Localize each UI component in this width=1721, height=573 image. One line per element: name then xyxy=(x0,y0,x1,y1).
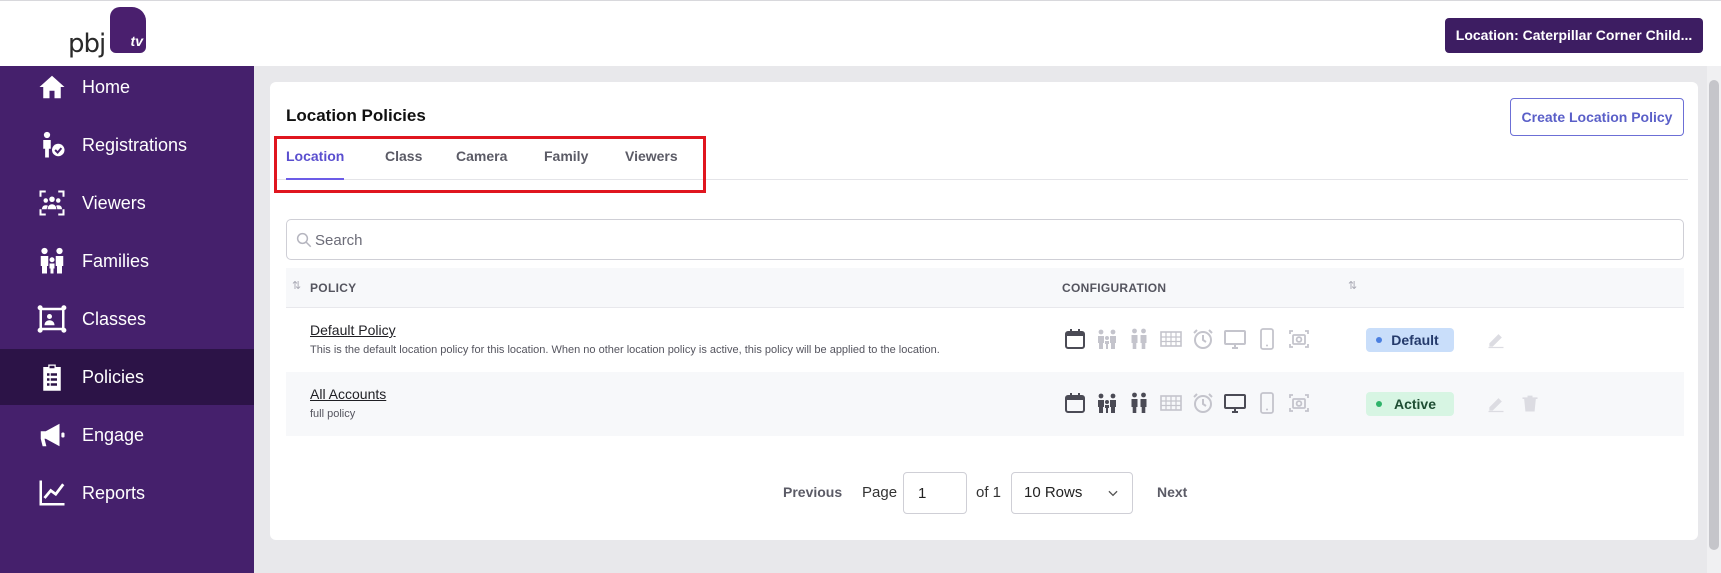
policy-name-link[interactable]: Default Policy xyxy=(310,322,396,338)
search-box xyxy=(286,219,1684,260)
sidebar-item-label: Viewers xyxy=(82,192,146,213)
grid-icon xyxy=(1158,389,1184,417)
sort-icon[interactable]: ⇅ xyxy=(1348,279,1362,295)
next-page-button[interactable]: Next xyxy=(1157,484,1187,500)
sidebar-item-viewers[interactable]: Viewers xyxy=(0,175,254,231)
rows-per-page-value: 10 Rows xyxy=(1024,484,1083,501)
sidebar-item-label: Engage xyxy=(82,424,145,445)
policy-name-link[interactable]: All Accounts xyxy=(310,386,386,402)
phone-icon xyxy=(1254,325,1280,353)
logo-text: pbj xyxy=(68,29,106,59)
sidebar-item-reports[interactable]: Reports xyxy=(0,465,254,521)
pagination: Previous Page of 1 10 Rows Next xyxy=(270,472,1698,514)
sidebar-item-engage[interactable]: Engage xyxy=(0,407,254,463)
sidebar-item-classes[interactable]: Classes xyxy=(0,291,254,347)
monitor-icon xyxy=(1222,325,1248,353)
family-group-icon xyxy=(1094,325,1120,353)
status-text: Default xyxy=(1391,332,1439,348)
sidebar-item-registrations[interactable]: Registrations xyxy=(0,117,254,173)
rows-per-page-select[interactable]: 10 Rows xyxy=(1011,472,1133,514)
column-header-policy[interactable]: POLICY xyxy=(310,281,356,295)
page-scrollbar[interactable] xyxy=(1707,66,1721,573)
page-count-label: of 1 xyxy=(976,484,1002,501)
sidebar-item-label: Classes xyxy=(82,308,147,329)
page-number-input[interactable] xyxy=(903,472,967,514)
pbjtv-logo[interactable]: pbj tv xyxy=(68,7,158,59)
configuration-icons xyxy=(1062,389,1312,417)
column-header-configuration: CONFIGURATION xyxy=(1062,281,1167,295)
sidebar-item-home[interactable]: Home xyxy=(0,59,254,115)
calendar-icon xyxy=(1062,325,1088,353)
tabs-highlight-box xyxy=(274,136,706,193)
sidebar-item-label: Policies xyxy=(82,366,145,387)
sort-icon[interactable]: ⇅ xyxy=(292,279,306,295)
clipboard-icon xyxy=(36,361,68,393)
family-group-icon xyxy=(1094,389,1120,417)
classes-icon xyxy=(36,303,68,335)
viewers-icon xyxy=(36,187,68,219)
sidebar-item-label: Families xyxy=(82,250,150,271)
chart-line-icon xyxy=(36,477,68,509)
calendar-icon xyxy=(1062,389,1088,417)
camera-icon xyxy=(1286,325,1312,353)
policy-description: full policy xyxy=(310,408,356,420)
status-badge: Default xyxy=(1366,328,1454,352)
edit-icon[interactable] xyxy=(1486,330,1506,350)
table-header: ⇅ POLICY CONFIGURATION ⇅ xyxy=(286,268,1684,308)
sidebar-item-label: Home xyxy=(82,76,131,97)
status-dot xyxy=(1376,337,1382,343)
sidebar: Home Registrations Viewers Families Clas… xyxy=(0,66,254,573)
status-text: Active xyxy=(1393,396,1437,412)
location-policies-card: Location Policies Create Location Policy… xyxy=(270,82,1698,540)
chevron-down-icon xyxy=(1108,490,1118,497)
phone-icon xyxy=(1254,389,1280,417)
search-input[interactable] xyxy=(315,228,1615,252)
logo-tv-text: tv xyxy=(130,33,143,49)
alarm-clock-icon xyxy=(1190,325,1216,353)
search-icon xyxy=(296,232,312,248)
table-row[interactable]: All Accounts full policy Active xyxy=(286,372,1684,436)
megaphone-icon xyxy=(36,419,68,451)
logo-mark: tv xyxy=(110,7,146,53)
location-selector-button[interactable]: Location: Caterpillar Corner Child... xyxy=(1445,18,1703,53)
status-badge: Active xyxy=(1366,392,1454,416)
monitor-icon xyxy=(1222,389,1248,417)
delete-icon[interactable] xyxy=(1520,394,1540,414)
previous-page-button[interactable]: Previous xyxy=(783,484,842,500)
status-dot xyxy=(1376,401,1382,407)
policy-description: This is the default location policy for … xyxy=(310,344,940,356)
scrollbar-thumb[interactable] xyxy=(1709,80,1719,550)
registrations-icon xyxy=(36,129,68,161)
alarm-clock-icon xyxy=(1190,389,1216,417)
home-icon xyxy=(36,71,68,103)
edit-icon[interactable] xyxy=(1486,394,1506,414)
sidebar-item-policies[interactable]: Policies xyxy=(0,349,254,405)
table-row[interactable]: Default Policy This is the default locat… xyxy=(286,308,1684,372)
page-label: Page xyxy=(862,484,898,501)
sidebar-item-label: Registrations xyxy=(82,134,188,155)
sidebar-item-families[interactable]: Families xyxy=(0,233,254,289)
sidebar-item-label: Reports xyxy=(82,482,146,503)
families-icon xyxy=(36,245,68,277)
grid-icon xyxy=(1158,325,1184,353)
configuration-icons xyxy=(1062,325,1312,353)
page-title: Location Policies xyxy=(286,106,426,125)
couple-icon xyxy=(1126,325,1152,353)
couple-icon xyxy=(1126,389,1152,417)
top-bar: pbj tv Location: Caterpillar Corner Chil… xyxy=(0,0,1721,66)
camera-icon xyxy=(1286,389,1312,417)
create-location-policy-button[interactable]: Create Location Policy xyxy=(1510,98,1684,136)
